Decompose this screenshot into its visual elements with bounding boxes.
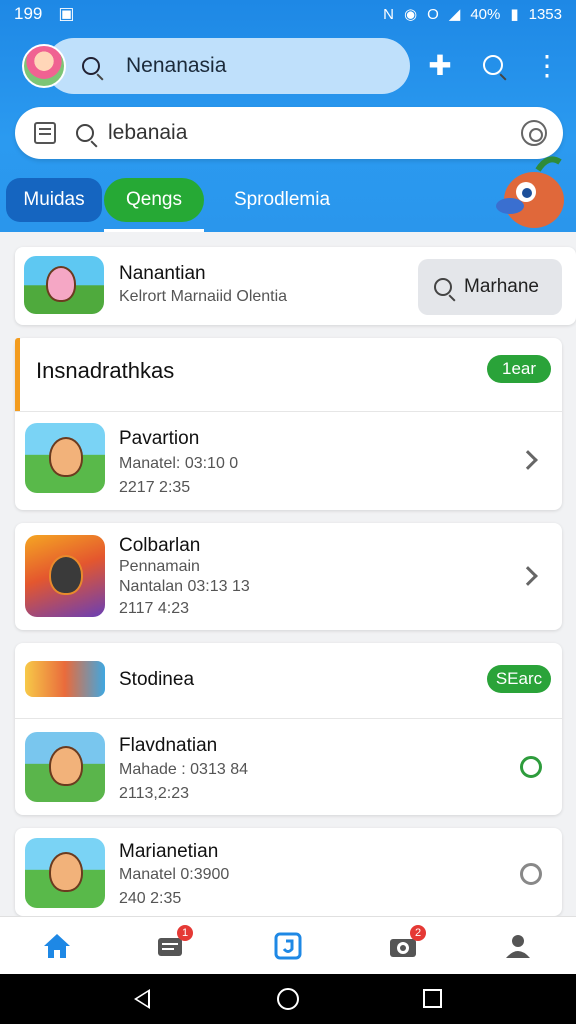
item-time: 2117 4:23 bbox=[119, 600, 189, 617]
status-bar: 199 ▣ N ◉ O ◢ 40% ▮ 1353 bbox=[0, 0, 576, 28]
divider bbox=[15, 718, 562, 719]
section-title: Insnadrathkas bbox=[36, 358, 175, 383]
tab-3[interactable]: Sprodlemia bbox=[222, 178, 342, 222]
item-subtitle-2: Nantalan 03:13 13 bbox=[119, 578, 250, 595]
camera-icon[interactable]: 2 bbox=[388, 925, 426, 961]
item-title: Marianetian bbox=[119, 841, 219, 862]
section-card-2: Stodinea SEarc Flavdnatian Mahade : 0313… bbox=[15, 643, 562, 815]
active-tab-indicator bbox=[104, 229, 204, 232]
status-time: 199 bbox=[14, 4, 43, 23]
tab-1[interactable]: Muidas bbox=[6, 178, 102, 222]
search-icon bbox=[82, 57, 100, 75]
section-thumbnail bbox=[25, 661, 105, 697]
app-header: 199 ▣ N ◉ O ◢ 40% ▮ 1353 Nenanasia ✚ ⋮ l… bbox=[0, 0, 576, 232]
search-icon bbox=[76, 124, 94, 142]
mascot-illustration bbox=[496, 156, 564, 228]
section-title: Stodinea bbox=[119, 669, 195, 690]
messages-icon[interactable]: 1 bbox=[155, 925, 193, 961]
game-thumbnail bbox=[25, 838, 105, 908]
item-time: 240 2:35 bbox=[119, 890, 182, 907]
item-subtitle: Pennamain bbox=[119, 558, 200, 575]
list-item[interactable]: Marianetian Manatel 0:3900 240 2:35 bbox=[15, 828, 562, 916]
item-time: 2217 2:35 bbox=[119, 479, 191, 496]
status-clock: 1353 bbox=[528, 5, 562, 23]
search-icon[interactable] bbox=[478, 50, 508, 80]
chevron-right-icon[interactable] bbox=[518, 450, 538, 470]
home-icon[interactable] bbox=[42, 931, 72, 961]
item-title: Colbarlan bbox=[119, 535, 201, 556]
recent-apps-icon[interactable] bbox=[423, 989, 442, 1008]
sync-icon: O bbox=[427, 5, 439, 23]
camera-badge: 2 bbox=[410, 925, 426, 941]
more-options-icon[interactable]: ⋮ bbox=[532, 50, 562, 81]
featured-button-label: Marhane bbox=[464, 276, 539, 297]
section-pill[interactable]: SEarc bbox=[487, 665, 551, 693]
messages-badge: 1 bbox=[177, 925, 193, 941]
section-card-1: Insnadrathkas 1ear Pavartion Manatel: 03… bbox=[15, 338, 562, 510]
item-time: 2113,2:23 bbox=[119, 785, 189, 802]
game-thumbnail bbox=[25, 535, 105, 617]
item-subtitle: Manatel: 03:10 0 bbox=[119, 455, 239, 472]
top-search-text: Nenanasia bbox=[126, 54, 227, 77]
list-item[interactable]: Colbarlan Pennamain Nantalan 03:13 13 21… bbox=[15, 523, 562, 630]
secondary-search-text: lebanaia bbox=[108, 121, 188, 144]
avatar[interactable] bbox=[22, 44, 66, 88]
section-accent-bar bbox=[15, 338, 20, 412]
scan-icon[interactable] bbox=[34, 122, 56, 144]
tab-2[interactable]: Qengs bbox=[104, 178, 204, 222]
bottom-navigation: 1 2 bbox=[0, 916, 576, 974]
secondary-search-bar[interactable]: lebanaia bbox=[15, 107, 563, 159]
item-title: Pavartion bbox=[119, 428, 200, 449]
search-icon bbox=[434, 278, 452, 296]
add-icon[interactable]: ✚ bbox=[425, 50, 455, 81]
featured-thumbnail bbox=[24, 256, 104, 314]
game-thumbnail bbox=[25, 423, 105, 493]
nfc-icon: N bbox=[383, 5, 395, 23]
featured-card[interactable]: Nanantian Kelrort Marnaiid Olentia Marha… bbox=[15, 247, 576, 325]
discover-icon[interactable] bbox=[273, 931, 303, 961]
system-navigation-bar bbox=[0, 974, 576, 1024]
featured-subtitle: Kelrort Marnaiid Olentia bbox=[119, 288, 288, 305]
battery-percent: 40% bbox=[470, 5, 501, 23]
section-pill[interactable]: 1ear bbox=[487, 355, 551, 383]
item-subtitle: Mahade : 0313 84 bbox=[119, 761, 248, 778]
status-ring-icon[interactable] bbox=[520, 863, 542, 885]
featured-search-button[interactable]: Marhane bbox=[418, 259, 562, 315]
status-ring-icon[interactable] bbox=[520, 756, 542, 778]
chevron-right-icon[interactable] bbox=[518, 566, 538, 586]
item-subtitle: Manatel 0:3900 bbox=[119, 866, 230, 883]
top-bar: Nenanasia ✚ ⋮ bbox=[0, 36, 576, 98]
top-search-bar[interactable]: Nenanasia bbox=[46, 38, 410, 94]
featured-title: Nanantian bbox=[119, 263, 206, 284]
back-icon[interactable] bbox=[134, 989, 150, 1009]
profile-icon[interactable] bbox=[503, 931, 533, 961]
target-icon[interactable] bbox=[521, 120, 547, 146]
game-thumbnail bbox=[25, 732, 105, 802]
divider bbox=[15, 411, 562, 412]
item-title: Flavdnatian bbox=[119, 735, 218, 756]
home-button-icon[interactable] bbox=[277, 988, 299, 1010]
wifi-icon: ◉ bbox=[404, 6, 418, 23]
notification-icon: ▣ bbox=[58, 4, 75, 23]
signal-icon: ◢ bbox=[448, 6, 461, 23]
battery-icon: ▮ bbox=[510, 6, 519, 23]
